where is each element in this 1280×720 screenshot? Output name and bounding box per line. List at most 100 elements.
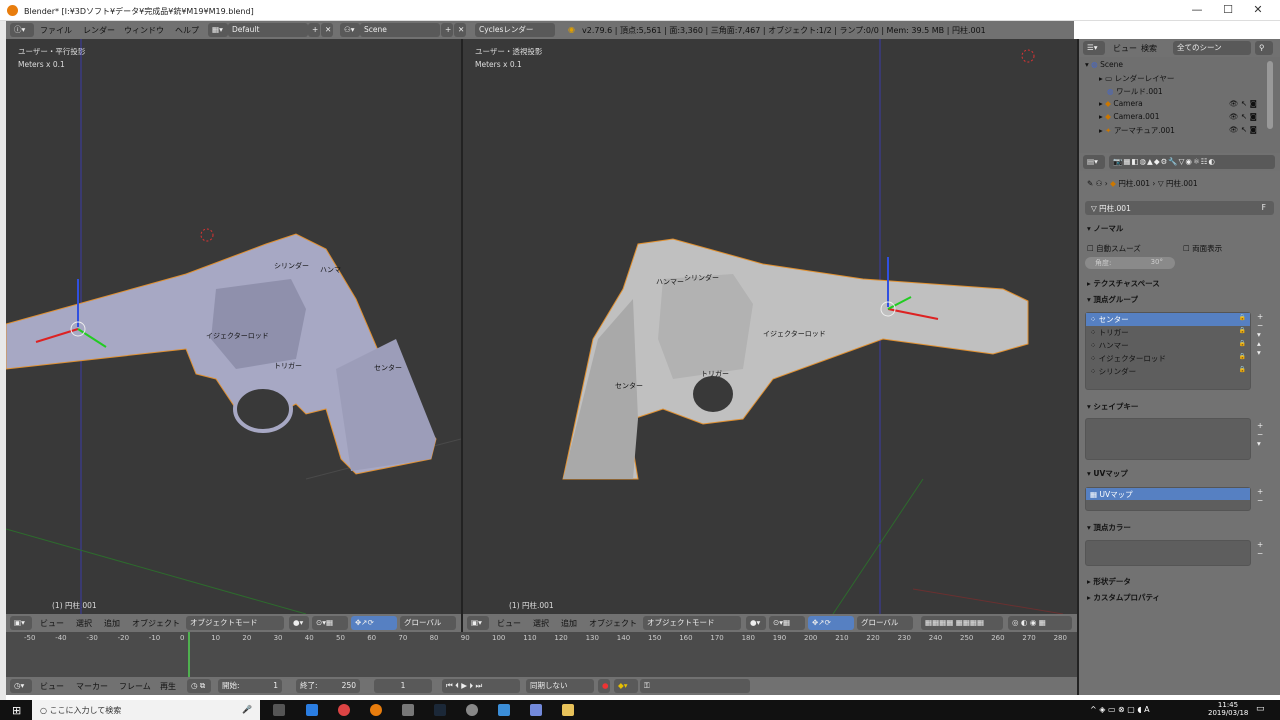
blender-taskbar-icon[interactable] (370, 704, 382, 716)
vgroup-item[interactable]: ⁘ シリンダー 🔒 (1086, 365, 1250, 378)
render-engine-selector[interactable]: Cyclesレンダー (475, 23, 555, 37)
record-icon[interactable]: ● (598, 679, 610, 693)
mode-selector[interactable]: オブジェクトモード (643, 616, 741, 630)
discord-icon[interactable] (530, 704, 542, 716)
layers-grid-icon[interactable]: ▦▦▦▦ ▦▦▦▦ (921, 616, 1003, 630)
editor-type-icon[interactable]: ☰▾ (1083, 41, 1105, 55)
restrict-icons[interactable]: 👁 ↖ ◙ (1229, 112, 1257, 121)
viewport-left[interactable]: ユーザー・平行投影 Meters x 0.1 (1) 円柱.001 シリンダー … (6, 39, 461, 614)
editor-type-icon[interactable]: ◷▾ (10, 679, 32, 693)
display-filter-selector[interactable]: 全てのシーン (1173, 41, 1251, 55)
menu-view[interactable]: ビュー (40, 618, 64, 629)
restrict-icons[interactable]: 👁 ↖ ◙ (1229, 125, 1257, 134)
menu-view[interactable]: ビュー (40, 681, 64, 692)
menu-view[interactable]: ビュー (497, 618, 521, 629)
search-icon[interactable]: ⚲ (1255, 41, 1273, 55)
vscode-icon[interactable] (306, 704, 318, 716)
menu-marker[interactable]: マーカー (76, 681, 108, 692)
scene-add-icon[interactable]: + (441, 23, 453, 37)
angle-field[interactable]: 角度: 30° (1085, 257, 1175, 269)
manipulator-icon[interactable]: ✥↗⟳ (808, 616, 854, 630)
outliner-item-world[interactable]: ◍ ワールド.001 (1107, 86, 1163, 97)
vgroup-item[interactable]: ⁘ センター 🔒 (1086, 313, 1250, 326)
uvmap-list-controls[interactable]: + − (1257, 487, 1263, 505)
panel-normals-header[interactable]: ▾ ノーマル (1087, 223, 1123, 234)
layout-selector[interactable]: Default (228, 23, 308, 37)
uvmap-list[interactable]: ▦ UVマップ (1085, 487, 1251, 511)
autosmooth-checkbox[interactable]: ☐ 自動スムーズ (1087, 243, 1141, 254)
pivot-icon[interactable]: ⊙▾▦ (312, 616, 348, 630)
lock-icon[interactable]: 🔒 (1239, 327, 1246, 334)
outliner-item-renderlayer[interactable]: ▸ ▭ レンダーレイヤー (1099, 73, 1174, 84)
lock-icon[interactable]: 🔒 (1239, 366, 1246, 373)
outliner-item-scene[interactable]: ▾ ◍ Scene (1085, 60, 1123, 69)
start-frame-field[interactable]: 開始: 1 (218, 679, 282, 693)
playback-controls[interactable]: ⏮ ⏴ ▶ ⏵ ⏭ (442, 679, 520, 693)
menu-add[interactable]: 追加 (561, 618, 577, 629)
sync-selector[interactable]: 同期しない (526, 679, 594, 693)
windows-start-icon[interactable]: ⊞ (12, 704, 21, 717)
vgroup-list[interactable]: ⁘ センター 🔒 ⁘ トリガー 🔒 ⁘ ハンマー 🔒 ⁘ イジェクターロッド 🔒 ⁘ シリンダー… (1085, 312, 1251, 390)
clock[interactable]: 11:45 2019/03/18 (1208, 701, 1248, 717)
shading-icon[interactable]: ●▾ (289, 616, 309, 630)
minimize-button[interactable]: — (1182, 2, 1212, 18)
mesh-name-field[interactable]: ▽ 円柱.001 F (1085, 201, 1274, 215)
double-sided-checkbox[interactable]: ☐ 両面表示 (1183, 243, 1222, 254)
layout-add-icon[interactable]: + (308, 23, 320, 37)
current-frame-field[interactable]: 1 (374, 679, 432, 693)
menu-select[interactable]: 選択 (533, 618, 549, 629)
shapekey-list[interactable] (1085, 418, 1251, 460)
app2-icon[interactable] (498, 704, 510, 716)
explorer-icon[interactable] (562, 704, 574, 716)
settings-icon[interactable] (466, 704, 478, 716)
lock-icon[interactable]: 🔒 (1239, 314, 1246, 321)
app-icon[interactable] (402, 704, 414, 716)
panel-uvmaps-header[interactable]: ▾ UVマップ (1087, 468, 1128, 479)
close-button[interactable]: ✕ (1243, 2, 1273, 18)
lock-icon[interactable]: 🔒 (1239, 353, 1246, 360)
chrome-icon[interactable] (338, 704, 350, 716)
editor-type-icon[interactable]: ▣▾ (10, 616, 32, 630)
restrict-icons[interactable]: 👁 ↖ ◙ (1229, 99, 1257, 108)
current-frame-line[interactable] (188, 632, 190, 677)
tray-icons[interactable]: ^ ◈ ▭ ⊗ ▢ ◖ A (1090, 705, 1150, 714)
end-frame-field[interactable]: 終了: 250 (296, 679, 360, 693)
fake-user-button[interactable]: F (1262, 203, 1266, 212)
vcolor-list[interactable] (1085, 540, 1251, 566)
editor-type-icon[interactable]: ▣▾ (467, 616, 489, 630)
shapekey-list-controls[interactable]: + − ▾ (1257, 421, 1263, 448)
maximize-button[interactable]: ☐ (1213, 2, 1243, 18)
outliner-scrollbar[interactable] (1267, 61, 1273, 129)
steam-icon[interactable] (434, 704, 446, 716)
menu-window[interactable]: ウィンドウ (124, 25, 164, 36)
uvmap-item[interactable]: ▦ UVマップ (1086, 488, 1250, 500)
vcolor-list-controls[interactable]: + − (1257, 540, 1263, 558)
menu-add[interactable]: 追加 (104, 618, 120, 629)
orientation-selector[interactable]: グローバル (857, 616, 913, 630)
menu-frame[interactable]: フレーム (119, 681, 151, 692)
panel-custom-props-header[interactable]: ▸ カスタムプロパティ (1087, 592, 1160, 603)
snap-icons[interactable]: ◎ ◐ ◉ ▦ (1008, 616, 1072, 630)
scene-remove-icon[interactable]: ✕ (454, 23, 466, 37)
pivot-icon[interactable]: ⊙▾▦ (769, 616, 805, 630)
keying-icon[interactable]: ◆▾ (614, 679, 638, 693)
vgroup-item[interactable]: ⁘ イジェクターロッド 🔒 (1086, 352, 1250, 365)
vgroup-item[interactable]: ⁘ トリガー 🔒 (1086, 326, 1250, 339)
preview-range-icon[interactable]: ◷ ⧉ (187, 679, 211, 693)
outliner-item-camera[interactable]: ▸ ◆ Camera (1099, 99, 1143, 108)
shading-icon[interactable]: ●▾ (746, 616, 766, 630)
menu-select[interactable]: 選択 (76, 618, 92, 629)
panel-vcolors-header[interactable]: ▾ 頂点カラー (1087, 522, 1131, 533)
layout-remove-icon[interactable]: ✕ (321, 23, 333, 37)
scene-icon[interactable]: ⚇▾ (340, 23, 360, 37)
outliner-item-armature[interactable]: ▸ ✦ アーマチュア.001 (1099, 125, 1175, 136)
menu-help[interactable]: ヘルプ (175, 25, 199, 36)
orientation-selector[interactable]: グローバル (400, 616, 456, 630)
vgroup-item[interactable]: ⁘ ハンマー 🔒 (1086, 339, 1250, 352)
scene-selector[interactable]: Scene (360, 23, 440, 37)
mode-selector[interactable]: オブジェクトモード (186, 616, 284, 630)
task-view-icon[interactable] (273, 704, 285, 716)
menu-view[interactable]: ビュー (1113, 43, 1137, 54)
taskbar-search-box[interactable]: ○ ここに入力して検索 🎤 (32, 700, 260, 720)
timeline-area[interactable]: -50 -40 -30 -20 -10 0 10 20 30 40 50 60 70 80 90 100 110… (6, 632, 1077, 677)
